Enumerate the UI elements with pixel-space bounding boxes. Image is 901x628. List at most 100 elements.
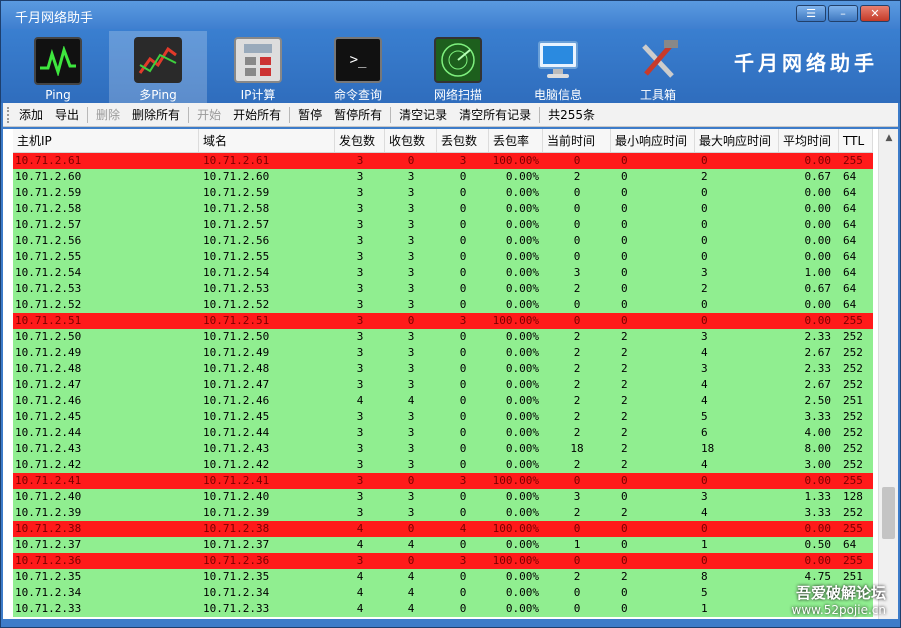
export-button[interactable]: 导出 <box>49 106 85 123</box>
cell-loss-rate: 100.00% <box>492 554 539 567</box>
table-row[interactable]: 10.71.2.35 10.71.2.35 4 4 0 0.00% 2 2 8 4.75 251 <box>13 569 873 585</box>
cell-lost: 0 <box>459 298 467 311</box>
close-button[interactable]: ✕ <box>860 5 890 22</box>
cell-lost: 4 <box>459 522 467 535</box>
table-row[interactable]: 10.71.2.38 10.71.2.38 4 0 4 100.00% 0 0 0 0.00 255 <box>13 521 873 537</box>
tool-ping[interactable]: Ping <box>9 31 107 103</box>
cell-loss-rate: 0.00% <box>505 298 539 311</box>
table-row[interactable]: 10.71.2.34 10.71.2.34 4 4 0 0.00% 0 0 5 <box>13 585 873 601</box>
tool-command[interactable]: >_ 命令查询 <box>309 31 407 103</box>
cell-min-time: 0 <box>621 170 628 183</box>
table-row[interactable]: 10.71.2.50 10.71.2.50 3 3 0 0.00% 2 2 3 2.33 252 <box>13 329 873 345</box>
col-loss-rate[interactable]: 丢包率 <box>489 129 543 152</box>
cell-host-ip: 10.71.2.57 <box>15 218 82 231</box>
col-received[interactable]: 收包数 <box>385 129 437 152</box>
cell-received: 0 <box>407 154 415 167</box>
col-ttl[interactable]: TTL <box>839 129 873 152</box>
pause-all-button[interactable]: 暂停所有 <box>328 106 388 123</box>
table-row[interactable]: 10.71.2.57 10.71.2.57 3 3 0 0.00% 0 0 0 0.00 64 <box>13 217 873 233</box>
cell-sent: 3 <box>356 154 364 167</box>
cell-max-time: 1 <box>701 538 708 551</box>
clear-records-button[interactable]: 清空记录 <box>393 106 453 123</box>
cell-received: 3 <box>407 410 415 423</box>
menu-button[interactable]: ☰ <box>796 5 826 22</box>
col-max-time[interactable]: 最大响应时间 <box>695 129 779 152</box>
table-row[interactable]: 10.71.2.54 10.71.2.54 3 3 0 0.00% 3 0 3 1.00 64 <box>13 265 873 281</box>
minimize-button[interactable]: – <box>828 5 858 22</box>
tool-scan[interactable]: 网络扫描 <box>409 31 507 103</box>
table-row[interactable]: 10.71.2.58 10.71.2.58 3 3 0 0.00% 0 0 0 0.00 64 <box>13 201 873 217</box>
cell-domain: 10.71.2.50 <box>203 330 270 343</box>
table-row[interactable]: 10.71.2.55 10.71.2.55 3 3 0 0.00% 0 0 0 0.00 64 <box>13 249 873 265</box>
cell-host-ip: 10.71.2.34 <box>15 586 82 599</box>
separator <box>390 106 392 123</box>
cell-current-time: 0 <box>573 314 581 327</box>
table-row[interactable]: 10.71.2.51 10.71.2.51 3 0 3 100.00% 0 0 0 0.00 255 <box>13 313 873 329</box>
cell-min-time: 2 <box>621 506 628 519</box>
cell-received: 4 <box>407 586 415 599</box>
cell-lost: 0 <box>459 218 467 231</box>
start-all-button[interactable]: 开始所有 <box>227 106 287 123</box>
cell-sent: 3 <box>356 346 364 359</box>
col-min-time[interactable]: 最小响应时间 <box>611 129 695 152</box>
scroll-thumb[interactable] <box>882 487 895 539</box>
table-row[interactable]: 10.71.2.59 10.71.2.59 3 3 0 0.00% 0 0 0 0.00 64 <box>13 185 873 201</box>
table-row[interactable]: 10.71.2.39 10.71.2.39 3 3 0 0.00% 2 2 4 3.33 252 <box>13 505 873 521</box>
title-bar[interactable]: 千月网络助手 ☰ – ✕ <box>1 1 900 29</box>
action-toolbar: 添加 导出 删除 删除所有 开始 开始所有 暂停 暂停所有 清空记录 清空所有记… <box>3 103 898 127</box>
cell-current-time: 3 <box>573 490 581 503</box>
cell-ttl: 64 <box>843 202 857 215</box>
col-domain[interactable]: 域名 <box>199 129 335 152</box>
start-button[interactable]: 开始 <box>191 106 227 123</box>
table-row[interactable]: 10.71.2.52 10.71.2.52 3 3 0 0.00% 0 0 0 0.00 64 <box>13 297 873 313</box>
cell-host-ip: 10.71.2.48 <box>15 362 82 375</box>
tool-ip-calc[interactable]: IP计算 <box>209 31 307 103</box>
table-row[interactable]: 10.71.2.46 10.71.2.46 4 4 0 0.00% 2 2 4 2.50 251 <box>13 393 873 409</box>
table-row[interactable]: 10.71.2.43 10.71.2.43 3 3 0 0.00% 18 2 18 8.00 252 <box>13 441 873 457</box>
cell-sent: 3 <box>356 474 364 487</box>
col-avg-time[interactable]: 平均时间 <box>779 129 839 152</box>
table-row[interactable]: 10.71.2.47 10.71.2.47 3 3 0 0.00% 2 2 4 2.67 252 <box>13 377 873 393</box>
table-row[interactable]: 10.71.2.49 10.71.2.49 3 3 0 0.00% 2 2 4 2.67 252 <box>13 345 873 361</box>
table-row[interactable]: 10.71.2.48 10.71.2.48 3 3 0 0.00% 2 2 3 2.33 252 <box>13 361 873 377</box>
cell-received: 3 <box>407 170 415 183</box>
table-row[interactable]: 10.71.2.45 10.71.2.45 3 3 0 0.00% 2 2 5 3.33 252 <box>13 409 873 425</box>
cell-host-ip: 10.71.2.35 <box>15 570 82 583</box>
table-row[interactable]: 10.71.2.41 10.71.2.41 3 0 3 100.00% 0 0 0 0.00 255 <box>13 473 873 489</box>
table-row[interactable]: 10.71.2.33 10.71.2.33 4 4 0 0.00% 0 0 1 <box>13 601 873 617</box>
col-current-time[interactable]: 当前时间 <box>543 129 611 152</box>
main-toolbar: Ping 多Ping IP计算 >_ 命令查询 网络扫描 电脑信息 工具箱 千月… <box>1 29 900 103</box>
col-lost[interactable]: 丢包数 <box>437 129 489 152</box>
table-row[interactable]: 10.71.2.42 10.71.2.42 3 3 0 0.00% 2 2 4 3.00 252 <box>13 457 873 473</box>
cell-avg-time: 0.50 <box>804 538 832 551</box>
ping-results-table: 主机IP 域名 发包数 收包数 丢包数 丢包率 当前时间 最小响应时间 最大响应… <box>3 129 898 619</box>
cell-host-ip: 10.71.2.61 <box>15 154 82 167</box>
cell-max-time: 2 <box>701 170 708 183</box>
vertical-scrollbar[interactable]: ▲ <box>878 129 898 619</box>
delete-button[interactable]: 删除 <box>90 106 126 123</box>
table-row[interactable]: 10.71.2.56 10.71.2.56 3 3 0 0.00% 0 0 0 0.00 64 <box>13 233 873 249</box>
clear-all-records-button[interactable]: 清空所有记录 <box>453 106 537 123</box>
tool-computer-info[interactable]: 电脑信息 <box>509 31 607 103</box>
tool-multi-ping[interactable]: 多Ping <box>109 31 207 103</box>
cell-sent: 3 <box>356 378 364 391</box>
table-row[interactable]: 10.71.2.36 10.71.2.36 3 0 3 100.00% 0 0 0 0.00 255 <box>13 553 873 569</box>
col-sent[interactable]: 发包数 <box>335 129 385 152</box>
scroll-up-arrow-icon[interactable]: ▲ <box>879 129 898 147</box>
col-host-ip[interactable]: 主机IP <box>13 129 199 152</box>
cell-current-time: 0 <box>573 202 581 215</box>
cell-sent: 4 <box>356 586 364 599</box>
pause-button[interactable]: 暂停 <box>292 106 328 123</box>
table-row[interactable]: 10.71.2.61 10.71.2.61 3 0 3 100.00% 0 0 0 0.00 255 <box>13 153 873 169</box>
delete-all-button[interactable]: 删除所有 <box>126 106 186 123</box>
add-button[interactable]: 添加 <box>13 106 49 123</box>
table-row[interactable]: 10.71.2.44 10.71.2.44 3 3 0 0.00% 2 2 6 4.00 252 <box>13 425 873 441</box>
table-row[interactable]: 10.71.2.60 10.71.2.60 3 3 0 0.00% 2 0 2 0.67 64 <box>13 169 873 185</box>
tool-toolbox[interactable]: 工具箱 <box>609 31 707 103</box>
table-row[interactable]: 10.71.2.37 10.71.2.37 4 4 0 0.00% 1 0 1 0.50 64 <box>13 537 873 553</box>
table-row[interactable]: 10.71.2.53 10.71.2.53 3 3 0 0.00% 2 0 2 0.67 64 <box>13 281 873 297</box>
cell-current-time: 18 <box>570 442 584 455</box>
cell-max-time: 3 <box>701 330 708 343</box>
table-row[interactable]: 10.71.2.40 10.71.2.40 3 3 0 0.00% 3 0 3 1.33 128 <box>13 489 873 505</box>
cell-sent: 3 <box>356 266 364 279</box>
